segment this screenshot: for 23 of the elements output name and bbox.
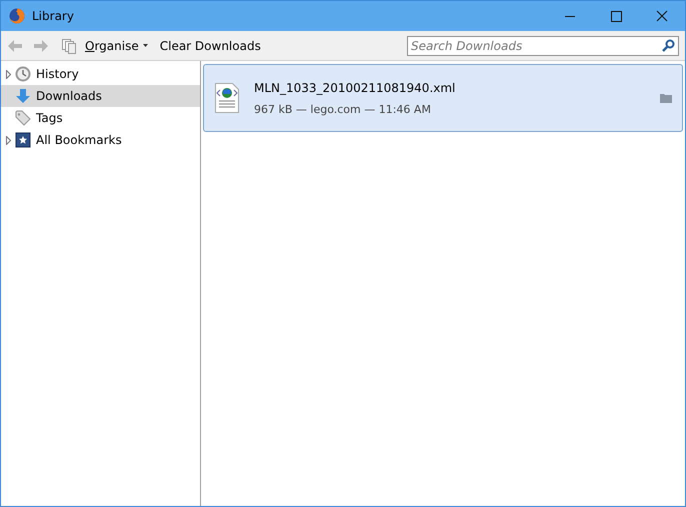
clear-downloads-button[interactable]: Clear Downloads: [156, 36, 265, 54]
file-name: MLN_1033_20100211081940.xml: [254, 80, 456, 94]
sidebar-item[interactable]: Downloads: [1, 85, 200, 107]
sidebar-item[interactable]: All Bookmarks: [1, 129, 200, 151]
tag-icon: [15, 110, 31, 126]
window-title: Library: [32, 9, 75, 23]
organise-menu-button[interactable]: Organise: [81, 36, 152, 54]
down-arrow-icon: [15, 88, 31, 104]
clock-icon: [15, 66, 31, 82]
sidebar-item[interactable]: Tags: [1, 107, 200, 129]
xml-file-icon: [214, 82, 240, 114]
firefox-logo-icon: [9, 8, 25, 24]
sidebar-item[interactable]: History: [1, 63, 200, 85]
search-icon: [662, 38, 675, 52]
search-field[interactable]: Search Downloads: [407, 36, 679, 56]
download-details: 967 kB — lego.com — 11:46 AM: [254, 102, 432, 116]
pages-icon: [61, 38, 77, 54]
star-book-icon: [15, 132, 31, 148]
caret-icon: [142, 44, 148, 47]
expand-arrow-icon[interactable]: [6, 70, 11, 78]
download-item[interactable]: MLN_1033_20100211081940.xml 967 kB — lego.com — 11:46 AM: [203, 64, 683, 132]
folder-icon[interactable]: [660, 93, 672, 103]
expand-arrow-icon[interactable]: [6, 136, 11, 144]
